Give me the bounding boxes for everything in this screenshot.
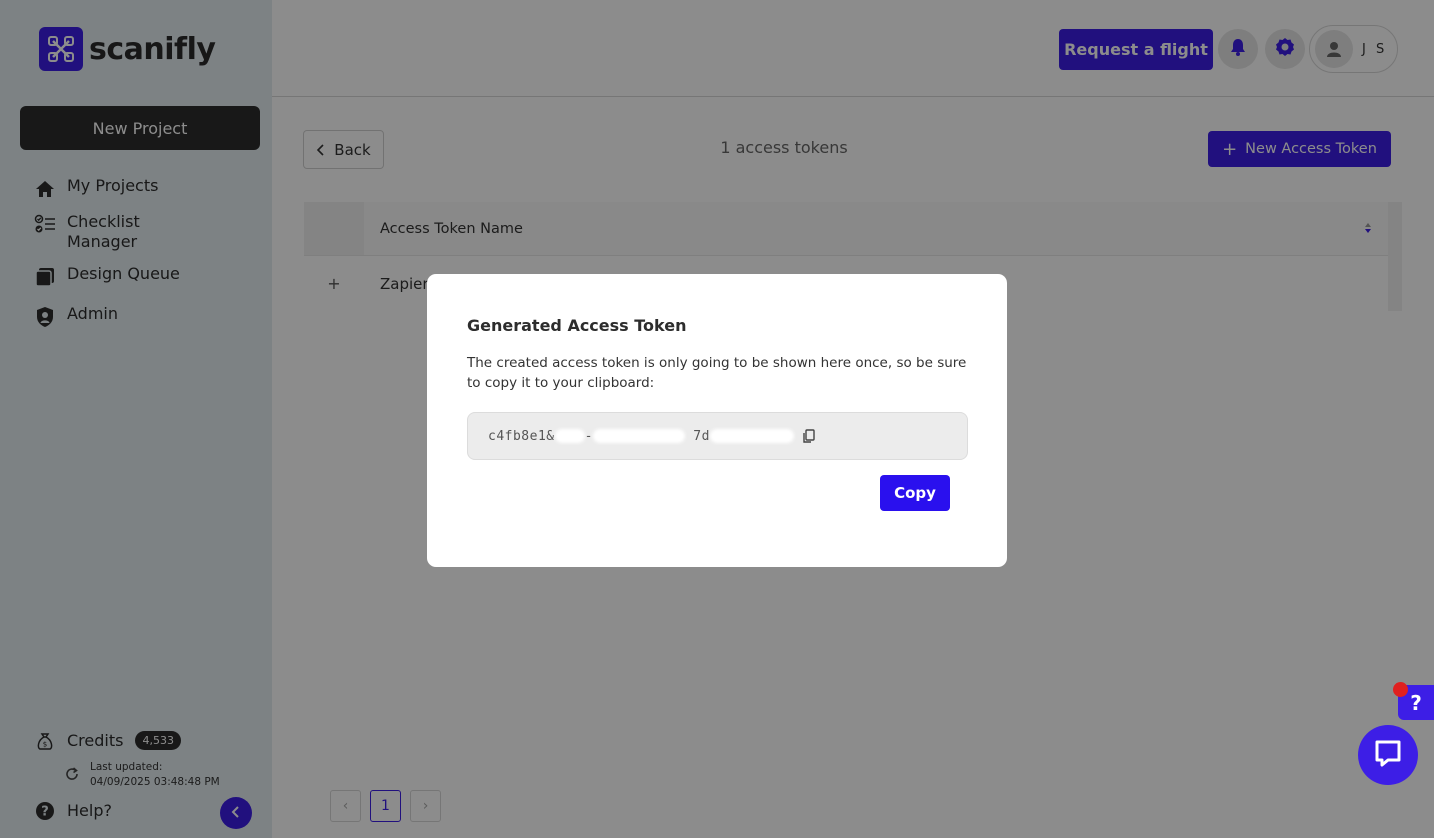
modal-title: Generated Access Token [467,316,687,335]
chat-bubble-icon [1372,737,1404,773]
notification-dot [1393,682,1408,697]
copy-icon[interactable] [802,428,815,444]
generated-token-modal: Generated Access Token The created acces… [427,274,1007,567]
redacted-segment [709,429,794,443]
copy-button[interactable]: Copy [880,475,950,511]
token-part-middle: 7d [693,428,710,444]
modal-description: The created access token is only going t… [467,355,967,391]
token-part-start: c4fb8e1& [488,428,555,444]
redacted-segment [592,429,685,443]
redacted-segment [554,429,585,443]
chat-widget-button[interactable] [1358,725,1418,785]
token-value: c4fb8e1& - 7d [488,429,794,444]
token-field[interactable]: c4fb8e1& - 7d [467,412,968,460]
